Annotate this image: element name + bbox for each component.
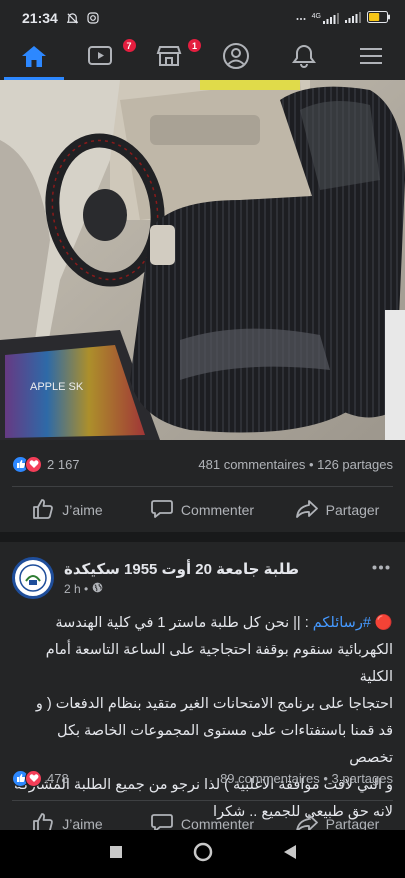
- post1-like-label: J’aime: [62, 502, 103, 518]
- love-reaction-icon: [25, 455, 42, 473]
- mute-icon: [66, 11, 80, 25]
- post1-like-button[interactable]: J’aime: [0, 488, 135, 532]
- post2-text-line: الكهربائية سنقوم بوقفة احتجاجية على السا…: [45, 642, 393, 685]
- status-bar: 21:34 4G: [0, 0, 405, 36]
- nav-home[interactable]: [0, 36, 68, 80]
- status-right: 4G: [296, 11, 391, 25]
- post-university: طلبة جامعة 20 أوت 1955 سكيكدة 2 h • 🔴 #ر…: [0, 542, 405, 842]
- post1-stats: 2 167 481 commentaires • 126 partages: [0, 450, 405, 478]
- post2-header: طلبة جامعة 20 أوت 1955 سكيكدة 2 h •: [12, 556, 393, 600]
- nav-watch[interactable]: 7: [68, 36, 137, 80]
- post2-reactions[interactable]: 478: [12, 769, 69, 787]
- nav-profile[interactable]: [203, 36, 271, 80]
- post1-reactions[interactable]: 2 167: [12, 455, 80, 473]
- hamburger-icon: [359, 46, 383, 71]
- status-time: 21:34: [22, 10, 58, 26]
- profile-icon: [222, 42, 250, 75]
- post2-text-line: 🔴 #رسائلكم : || نحن كل طلبة ماستر 1 في ك…: [55, 615, 393, 631]
- post1-actions: J’aime Commenter Partager: [0, 488, 405, 532]
- page-avatar[interactable]: [12, 557, 54, 599]
- post2-divider: [12, 800, 393, 801]
- post2-text-line: احتجاجا على برنامج الامتحانات الغير متقي…: [35, 696, 393, 712]
- nav-marketplace[interactable]: 1: [135, 36, 203, 80]
- post1-comment-button[interactable]: Commenter: [135, 488, 270, 532]
- signal-2-icon: [345, 11, 361, 25]
- nav-notifications[interactable]: [270, 36, 338, 80]
- car-interior-photo[interactable]: APPLE SK: [0, 80, 405, 440]
- store-icon: [155, 44, 183, 73]
- dots-icon: [296, 13, 306, 23]
- post1-reaction-count: 2 167: [47, 456, 80, 472]
- post2-meta: طلبة جامعة 20 أوت 1955 سكيكدة 2 h •: [64, 560, 299, 596]
- page-name[interactable]: طلبة جامعة 20 أوت 1955 سكيكدة: [64, 560, 299, 578]
- post2-text: 🔴 #رسائلكم : || نحن كل طلبة ماستر 1 في ك…: [12, 610, 393, 826]
- recents-button[interactable]: [109, 845, 123, 864]
- home-button[interactable]: [193, 842, 213, 867]
- nav-menu[interactable]: [338, 36, 405, 80]
- post1-share-label: Partager: [325, 502, 380, 518]
- post2-comments-shares[interactable]: 89 commentaires • 3 partages: [220, 771, 393, 786]
- post2-more-button[interactable]: [369, 556, 393, 576]
- more-dots-icon: [372, 557, 390, 575]
- battery-icon: [367, 11, 391, 25]
- post1-comments-shares[interactable]: 481 commentaires • 126 partages: [198, 457, 393, 472]
- video-icon: [87, 44, 115, 73]
- share-icon: [295, 499, 318, 522]
- android-nav-bar: [0, 830, 405, 878]
- post1-divider: [12, 486, 393, 487]
- network-label: 4G: [311, 12, 321, 20]
- hashtag-link[interactable]: #رسائلكم: [313, 615, 371, 631]
- signal-icon: 4G: [311, 12, 339, 24]
- post1-comment-label: Commenter: [180, 502, 255, 518]
- comment-icon: [151, 499, 173, 522]
- top-nav: 7 1: [0, 36, 405, 80]
- post2-reaction-count: 478: [47, 770, 69, 786]
- marketplace-badge: 1: [187, 38, 202, 53]
- thumbs-up-icon: [32, 498, 54, 522]
- back-button[interactable]: [283, 844, 297, 865]
- bell-icon: [291, 43, 317, 74]
- home-icon: [21, 44, 47, 73]
- mat-text: APPLE SK: [30, 381, 84, 393]
- post-time-label: 2 h •: [64, 582, 89, 596]
- globe-icon: [92, 582, 103, 596]
- post-time: 2 h •: [64, 582, 299, 596]
- post1-share-button[interactable]: Partager: [270, 488, 405, 532]
- love-reaction-icon: [25, 769, 42, 787]
- instagram-icon: [86, 11, 100, 25]
- post-car-photo: APPLE SK 2 167 481 commentaires • 126 pa…: [0, 80, 405, 532]
- post2-stats: 478 89 commentaires • 3 partages: [0, 764, 405, 792]
